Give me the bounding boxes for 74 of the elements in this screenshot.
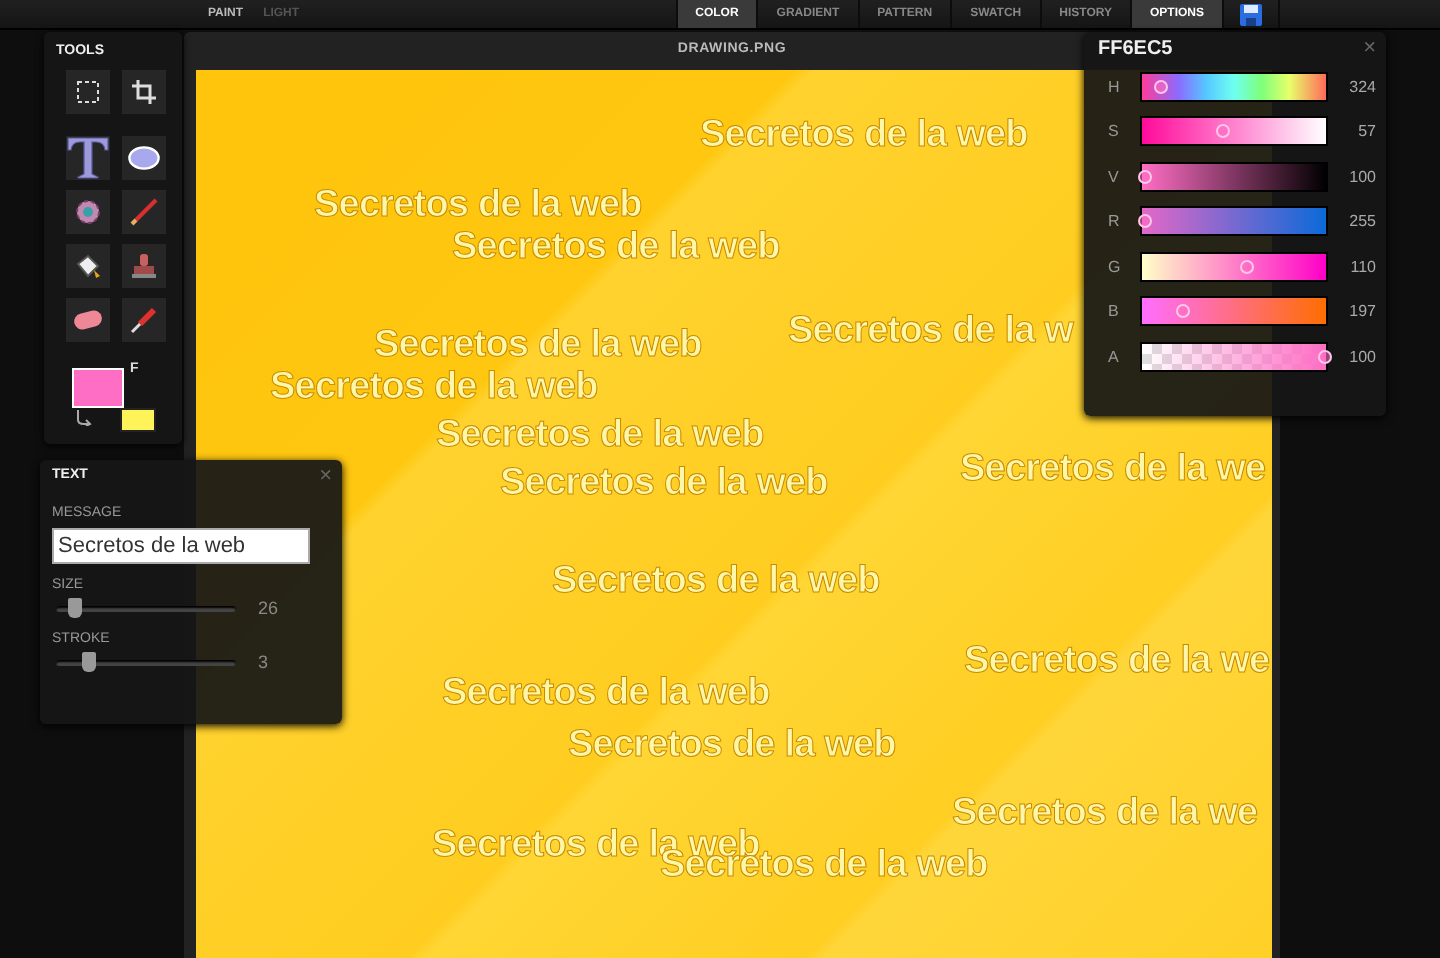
channel-value: 110 [1348,257,1376,276]
channel-value: 57 [1356,122,1376,141]
background-color-swatch[interactable] [120,408,156,432]
ellipse-tool[interactable] [122,136,166,180]
brush-tool[interactable] [122,190,166,234]
slider-knob[interactable] [1215,124,1230,139]
close-button[interactable]: × [309,460,342,492]
channel-slider[interactable] [1140,161,1328,192]
channel-slider[interactable] [1140,251,1328,282]
channel-label: H [1108,77,1122,96]
color-hex-title: FF6EC5 [1096,36,1173,60]
canvas-text: Secretos de la web [314,184,642,228]
channel-value: 100 [1347,167,1376,186]
eraser-icon [72,310,104,330]
channel-slider[interactable] [1140,341,1328,372]
gear-icon [74,198,102,226]
channel-label: G [1108,257,1123,276]
channel-label: B [1108,302,1121,321]
slider-knob[interactable] [1137,214,1152,229]
crop-icon [132,80,156,104]
stamp-icon [130,252,158,280]
canvas-text: Secretos de la web [436,414,764,458]
channel-label: R [1108,212,1122,231]
select-tool[interactable] [66,70,110,114]
eyedropper-icon [130,306,158,334]
channel-label: S [1108,122,1121,141]
ellipse-icon [128,146,160,170]
stamp-tool[interactable] [122,244,166,288]
channel-slider[interactable] [1140,116,1328,147]
paint-bucket-icon [74,252,102,280]
foreground-color-swatch[interactable] [72,368,124,408]
picker-tool[interactable] [122,298,166,342]
canvas-text: Secretos de la web [552,560,880,604]
slider-knob[interactable] [1240,259,1255,274]
canvas-text: Secretos de la web [500,462,828,506]
brush-icon [130,198,158,226]
canvas-text: Secretos de la we [964,640,1270,684]
canvas-text: Secretos de la w [788,310,1074,354]
serif-t-icon [66,136,110,180]
slider-knob[interactable] [1318,349,1333,364]
channel-slider[interactable] [1140,296,1328,327]
channel-value: 197 [1347,302,1376,321]
channel-slider[interactable] [1140,206,1328,237]
message-field[interactable]: Secretos de la web [52,528,310,564]
canvas-text: Secretos de la web [700,114,1028,158]
slider-thumb[interactable] [82,651,97,671]
channel-value: 324 [1347,77,1376,96]
channel-label: A [1108,347,1121,366]
channel-value: 255 [1347,212,1376,231]
channel-label: V [1108,167,1121,186]
canvas-text: Secretos de la web [374,324,702,368]
canvas-text: Secretos de la we [960,448,1266,492]
slider-knob[interactable] [1154,79,1169,94]
canvas-text: Secretos de la web [442,672,770,716]
slider-knob[interactable] [1137,169,1152,184]
canvas-text: Secretos de la we [952,792,1258,836]
swap-arrow-icon[interactable] [76,410,92,426]
slider-value: 26 [258,598,279,618]
eraser-tool[interactable] [66,298,110,342]
slider-thumb[interactable] [68,597,82,617]
close-button[interactable]: × [1353,32,1386,64]
canvas-text: Secretos de la web [452,226,780,270]
fill-tool[interactable] [66,244,110,288]
slider-value: 3 [258,652,269,672]
save-button[interactable] [1222,0,1280,28]
channel-value: 100 [1347,347,1376,366]
slider-knob[interactable] [1176,304,1191,319]
canvas-text: Secretos de la web [568,724,896,768]
canvas-text: Secretos de la web [270,366,598,410]
crop-tool[interactable] [122,70,166,114]
text-tool[interactable] [66,136,110,180]
dashed-square-icon [76,80,100,104]
gear-tool[interactable] [66,190,110,234]
channel-slider[interactable] [1140,71,1328,102]
